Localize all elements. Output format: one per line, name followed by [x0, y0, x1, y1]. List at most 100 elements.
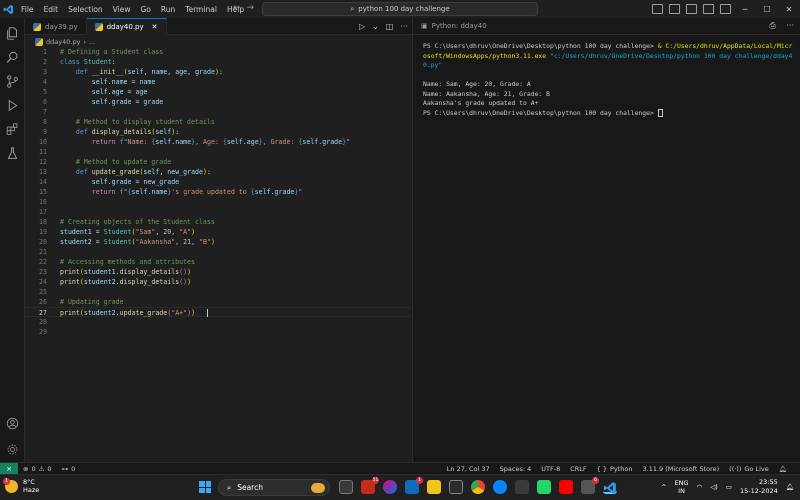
explorer-icon[interactable]	[5, 26, 20, 41]
clock[interactable]: 23:55 15-12-2024	[740, 478, 778, 496]
code-line[interactable]: 20 student2 = Student("Aakansha", 21, "B"…	[25, 237, 412, 247]
more-terminal-actions-icon[interactable]: ···	[786, 21, 794, 30]
toggle-sidebar-icon[interactable]	[669, 4, 680, 14]
code-line-current[interactable]: 27 print(student2.update_grade("A+"))	[25, 307, 412, 317]
split-editor-icon[interactable]: ◫	[386, 22, 394, 31]
code-line[interactable]: 29	[25, 327, 412, 337]
code-line[interactable]: 10 return f"Name: {self.name}, Age: {sel…	[25, 137, 412, 147]
mail-app-icon[interactable]: 51	[361, 477, 379, 494]
extensions-icon[interactable]	[5, 122, 20, 137]
edge-icon[interactable]	[493, 480, 507, 494]
tab-dday40[interactable]: dday40.py ✕	[86, 18, 167, 35]
close-tab-icon[interactable]: ✕	[152, 23, 158, 31]
copilot-app-icon[interactable]	[383, 480, 397, 494]
code-line[interactable]: 24 print(student2.display_details())	[25, 277, 412, 287]
close-button[interactable]: ✕	[778, 5, 800, 14]
code-line[interactable]: 22 # Accessing methods and attributes	[25, 257, 412, 267]
file-explorer-icon[interactable]	[427, 480, 441, 494]
wifi-icon[interactable]: ◠	[697, 483, 703, 491]
code-line[interactable]: 16	[25, 197, 412, 207]
minimize-button[interactable]: ─	[734, 5, 756, 14]
code-line[interactable]: 26 # Updating grade	[25, 297, 412, 307]
taskbar-search[interactable]: ⌕ Search	[218, 479, 330, 496]
volume-icon[interactable]: ◁)	[710, 483, 718, 491]
cursor-position[interactable]: Ln 27, Col 37	[442, 465, 495, 473]
go-live-button[interactable]: ((·)) Go Live	[724, 465, 774, 473]
code-line[interactable]: 13 def update_grade(self, new_grade):	[25, 167, 412, 177]
more-actions-icon[interactable]: ···	[400, 22, 408, 31]
toggle-panel-icon[interactable]	[686, 4, 697, 14]
menu-go[interactable]: Go	[135, 5, 155, 14]
code-line[interactable]: 11	[25, 147, 412, 157]
search-sidebar-icon[interactable]	[5, 50, 20, 65]
tab-day39[interactable]: day39.py	[25, 18, 87, 35]
customize-layout-icon[interactable]	[720, 4, 731, 14]
lock-icon[interactable]: ⎙	[769, 21, 775, 30]
copilot-icon[interactable]	[652, 4, 663, 14]
youtube-icon[interactable]	[559, 480, 573, 494]
command-center-search[interactable]: ⌕ python 100 day challenge	[262, 2, 538, 16]
code-line[interactable]: 2 class Student:	[25, 57, 412, 67]
ports-indicator[interactable]: ⊶ 0	[57, 465, 81, 473]
camera-app-icon[interactable]: 6	[581, 477, 599, 494]
encoding[interactable]: UTF-8	[536, 465, 565, 473]
weather-widget[interactable]: 1 8°C Haze	[3, 477, 39, 494]
code-line[interactable]: 4 self.name = name	[25, 77, 412, 87]
forward-arrow-icon[interactable]: →	[247, 3, 255, 13]
menu-terminal[interactable]: Terminal	[180, 5, 222, 14]
teams-app-icon[interactable]: 1	[405, 477, 423, 494]
code-line[interactable]: 7	[25, 107, 412, 117]
toggle-secondary-sidebar-icon[interactable]	[703, 4, 714, 14]
remote-indicator-icon[interactable]: ⨯	[0, 462, 18, 475]
notification-center-icon[interactable]: 🔔︎	[786, 483, 794, 491]
account-icon[interactable]	[5, 416, 20, 431]
language-mode[interactable]: { } Python	[592, 465, 638, 473]
run-python-file-icon[interactable]: ▷	[359, 22, 365, 31]
indentation[interactable]: Spaces: 4	[495, 465, 537, 473]
show-hidden-icons-icon[interactable]: ^	[661, 483, 666, 491]
store-app-icon[interactable]	[449, 480, 463, 494]
battery-icon[interactable]: ▭	[726, 483, 732, 491]
testing-flask-icon[interactable]	[5, 146, 20, 161]
code-line[interactable]: 21	[25, 247, 412, 257]
python-interpreter[interactable]: 3.11.9 (Microsoft Store)	[638, 465, 725, 473]
menu-file[interactable]: File	[16, 5, 39, 14]
windows-start-icon[interactable]	[199, 481, 211, 493]
maximize-button[interactable]: ☐	[756, 5, 778, 14]
code-line[interactable]: 6 self.grade = grade	[25, 97, 412, 107]
breadcrumb-symbol[interactable]: ...	[89, 38, 95, 46]
code-line[interactable]: 12 # Method to update grade	[25, 157, 412, 167]
code-line[interactable]: 17	[25, 207, 412, 217]
end-of-line[interactable]: CRLF	[565, 465, 591, 473]
code-line[interactable]: 28	[25, 317, 412, 327]
terminal-tab[interactable]: ▣ Python: dday40	[413, 18, 800, 35]
whatsapp-icon[interactable]	[537, 480, 551, 494]
run-debug-icon[interactable]	[5, 98, 20, 113]
vscode-taskbar-icon[interactable]	[603, 480, 617, 494]
code-editor[interactable]: 1 # Defining a Student class 2 class Stude…	[25, 47, 412, 461]
menu-view[interactable]: View	[108, 5, 136, 14]
chrome-icon[interactable]	[471, 480, 485, 494]
terminal-output[interactable]: PS C:\Users\dhruv\OneDrive\Desktop\pytho…	[423, 42, 795, 118]
code-line[interactable]: 18 # Creating objects of the Student clas…	[25, 217, 412, 227]
menu-run[interactable]: Run	[156, 5, 180, 14]
menu-edit[interactable]: Edit	[39, 5, 64, 14]
back-arrow-icon[interactable]: ←	[233, 3, 241, 13]
menu-selection[interactable]: Selection	[63, 5, 108, 14]
code-line[interactable]: 14 self.grade = new_grade	[25, 177, 412, 187]
language-indicator[interactable]: ENG IN	[675, 479, 689, 495]
code-line[interactable]: 15 return f"{self.name}'s grade updated …	[25, 187, 412, 197]
code-line[interactable]: 3 def __init__(self, name, age, grade):	[25, 67, 412, 77]
source-control-icon[interactable]	[5, 74, 20, 89]
breadcrumb-file[interactable]: dday40.py	[46, 38, 80, 46]
code-line[interactable]: 8 # Method to display student details	[25, 117, 412, 127]
code-line[interactable]: 5 self.age = age	[25, 87, 412, 97]
problems-indicator[interactable]: ⊗ 0 ⚠ 0	[18, 465, 57, 473]
code-line[interactable]: 19 student1 = Student("Sam", 20, "A")	[25, 227, 412, 237]
code-line[interactable]: 25	[25, 287, 412, 297]
code-line[interactable]: 23 print(student1.display_details())	[25, 267, 412, 277]
settings-gear-icon[interactable]	[5, 442, 20, 457]
code-line[interactable]: 1 # Defining a Student class	[25, 47, 412, 57]
notifications-bell-icon[interactable]: 🔔︎	[774, 465, 792, 473]
code-line[interactable]: 9 def display_details(self):	[25, 127, 412, 137]
